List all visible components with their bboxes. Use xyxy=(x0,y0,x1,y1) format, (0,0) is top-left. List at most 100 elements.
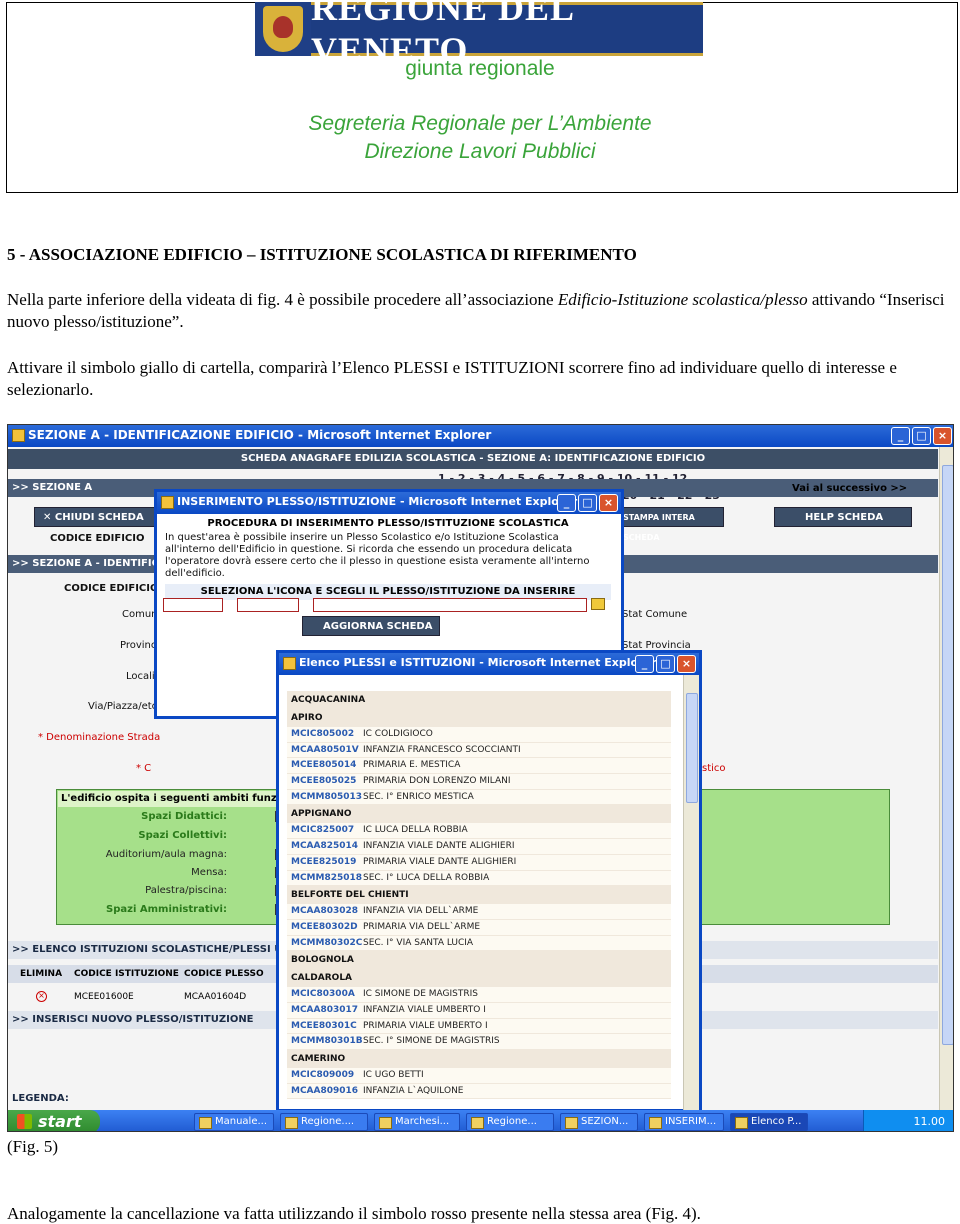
list-item[interactable]: MCEE80302D PRIMARIA VIA DELL`ARME xyxy=(287,919,671,936)
field-1[interactable] xyxy=(163,598,223,612)
via-label: Via/Piazza/etc xyxy=(88,701,158,712)
plesso-code[interactable]: MCEE80302D xyxy=(287,920,363,935)
taskbar-item[interactable]: Elenco P... xyxy=(730,1113,808,1131)
help-scheda-button[interactable]: HELP SCHEDA xyxy=(774,507,912,527)
list-scrollbar[interactable] xyxy=(683,675,699,1112)
figure-screenshot: SEZIONE A - IDENTIFICAZIONE EDIFICIO - M… xyxy=(7,424,954,1132)
taskbar-item[interactable]: Manuale... xyxy=(194,1113,274,1131)
maximize-button[interactable]: □ xyxy=(912,427,931,445)
ambiti-header: L'edificio ospita i seguenti ambiti funz… xyxy=(58,791,278,807)
plesso-code[interactable]: MCMM825018 xyxy=(287,871,363,886)
delete-icon[interactable]: × xyxy=(36,991,47,1002)
list-item[interactable]: MCAA80501V INFANZIA FRANCESCO SCOCCIANTI xyxy=(287,742,671,759)
list-item[interactable]: MCIC809009 IC UGO BETTI xyxy=(287,1068,671,1084)
yellow-folder-icon[interactable] xyxy=(591,598,605,610)
paragraph-1: Nella parte inferiore della videata di f… xyxy=(7,290,945,331)
list-item[interactable]: MCMM825018 SEC. I° LUCA DELLA ROBBIA xyxy=(287,870,671,887)
plesso-code[interactable]: MCAA803017 xyxy=(287,1003,363,1018)
plesso-code[interactable]: MCEE80301C xyxy=(287,1019,363,1034)
plesso-name: PRIMARIA E. MESTICA xyxy=(363,760,461,771)
system-tray-clock: 11.00 xyxy=(863,1110,953,1131)
start-button[interactable]: start xyxy=(8,1110,100,1131)
plesso-code[interactable]: MCAA825014 xyxy=(287,839,363,854)
plesso-name: PRIMARIA VIALE UMBERTO I xyxy=(363,1020,488,1031)
plesso-code[interactable]: MCIC825007 xyxy=(287,823,363,838)
list-item[interactable]: MCEE80301C PRIMARIA VIALE UMBERTO I xyxy=(287,1018,671,1035)
taskbar-item[interactable]: SEZION... xyxy=(560,1113,638,1131)
plesso-name: SEC. I° ENRICO MESTICA xyxy=(363,791,474,802)
list-group-header: CAMERINO xyxy=(287,1050,671,1068)
ambito-label: Auditorium/aula magna: xyxy=(105,849,227,860)
list-group-header: ACQUACANINA xyxy=(287,691,671,709)
list-group-header: CALDAROLA xyxy=(287,969,671,988)
plesso-code[interactable]: MCIC80300A xyxy=(287,987,363,1002)
taskbar-item[interactable]: Marchesi... xyxy=(374,1113,460,1131)
regione-veneto-logo: REGIONE DEL VENETO xyxy=(255,0,703,70)
list-item[interactable]: MCMM805013 SEC. I° ENRICO MESTICA xyxy=(287,789,671,806)
lion-of-st-mark-emblem xyxy=(255,2,311,56)
plesso-code[interactable]: MCIC809009 xyxy=(287,1068,363,1083)
list-item[interactable]: MCMM80302C SEC. I° VIA SANTA LUCIA xyxy=(287,935,671,952)
maximize-button[interactable]: □ xyxy=(656,655,675,673)
plesso-name: INFANZIA VIA DELL`ARME xyxy=(363,906,479,917)
ambito-label: Spazi Didattici: xyxy=(141,811,227,822)
print-scheda-button[interactable]: STAMPA INTERA SCHEDA xyxy=(614,507,724,542)
plesso-name: IC UGO BETTI xyxy=(363,1070,424,1080)
list-item[interactable]: MCEE825019 PRIMARIA VIALE DANTE ALIGHIERI xyxy=(287,854,671,871)
plesso-name: PRIMARIA DON LORENZO MILANI xyxy=(363,776,511,787)
list-item[interactable]: MCMM80301B SEC. I° SIMONE DE MAGISTRIS xyxy=(287,1034,671,1050)
close-scheda-button[interactable]: ✕ CHIUDI SCHEDA xyxy=(34,507,158,527)
maximize-button[interactable]: □ xyxy=(578,494,597,512)
field-2[interactable] xyxy=(237,598,299,612)
list-item[interactable]: MCAA803028 INFANZIA VIA DELL`ARME xyxy=(287,904,671,920)
legenda-label: LEGENDA: xyxy=(12,1093,69,1104)
list-group-header: BELFORTE DEL CHIENTI xyxy=(287,886,671,905)
plesso-name: IC COLDIGIOCO xyxy=(363,729,433,739)
plesso-code[interactable]: MCAA803028 xyxy=(287,904,363,919)
main-scrollbar[interactable] xyxy=(939,447,953,1110)
plesso-name: SEC. I° SIMONE DE MAGISTRIS xyxy=(363,1036,500,1047)
plesso-code[interactable]: MCMM80302C xyxy=(287,936,363,951)
list-item[interactable]: MCIC80300A IC SIMONE DE MAGISTRIS xyxy=(287,987,671,1003)
plesso-code[interactable]: MCMM805013 xyxy=(287,790,363,805)
field-3[interactable] xyxy=(313,598,587,612)
minimize-button[interactable]: _ xyxy=(557,494,576,512)
codice-edificio-label-2: CODICE EDIFICIO xyxy=(64,583,159,594)
closing-paragraph: Analogamente la cancellazione va fatta u… xyxy=(7,1204,701,1223)
ie-icon xyxy=(283,657,296,670)
taskbar-item[interactable]: Regione.... xyxy=(280,1113,368,1131)
list-item[interactable]: MCAA803017 INFANZIA VIALE UMBERTO I xyxy=(287,1002,671,1019)
list-item[interactable]: MCEE805014 PRIMARIA E. MESTICA xyxy=(287,758,671,775)
list-item[interactable]: MCAA825014 INFANZIA VIALE DANTE ALIGHIERI xyxy=(287,839,671,855)
next-link[interactable]: Vai al successivo >> xyxy=(792,483,907,494)
close-button[interactable]: × xyxy=(933,427,952,445)
plesso-code[interactable]: MCMM80301B xyxy=(287,1034,363,1049)
list-item[interactable]: MCIC805002 IC COLDIGIOCO xyxy=(287,727,671,743)
list-group-header: APIRO xyxy=(287,709,671,727)
procedura-heading: PROCEDURA DI INSERIMENTO PLESSO/ISTITUZI… xyxy=(207,518,569,529)
plesso-name: PRIMARIA VIALE DANTE ALIGHIERI xyxy=(363,856,517,867)
list-item[interactable]: MCIC825007 IC LUCA DELLA ROBBIA xyxy=(287,823,671,840)
plesso-code[interactable]: MCIC805002 xyxy=(287,727,363,742)
plesso-name: INFANZIA VIALE DANTE ALIGHIERI xyxy=(363,841,515,852)
taskbar-item[interactable]: Regione... xyxy=(466,1113,554,1131)
minimize-button[interactable]: _ xyxy=(891,427,910,445)
plesso-code[interactable]: MCEE805014 xyxy=(287,758,363,773)
taskbar-item[interactable]: INSERIM... xyxy=(644,1113,724,1131)
plesso-code[interactable]: MCAA809016 xyxy=(287,1084,363,1099)
close-button[interactable]: × xyxy=(599,494,618,512)
list-item[interactable]: MCEE805025 PRIMARIA DON LORENZO MILANI xyxy=(287,774,671,790)
aggiorna-scheda-button[interactable]: AGGIORNA SCHEDA xyxy=(302,616,440,636)
list-group-header: BOLOGNOLA xyxy=(287,951,671,970)
main-title-bar: SEZIONE A - IDENTIFICAZIONE EDIFICIO - M… xyxy=(8,425,953,447)
elenco-plessi-popup: Elenco PLESSI e ISTITUZIONI - Microsoft … xyxy=(276,650,702,1112)
minimize-button[interactable]: _ xyxy=(635,655,654,673)
close-button[interactable]: × xyxy=(677,655,696,673)
plesso-code[interactable]: MCEE805025 xyxy=(287,774,363,789)
plesso-code[interactable]: MCAA80501V xyxy=(287,743,363,758)
giunta-regionale: giunta regionale xyxy=(405,57,555,80)
direzione-line: Direzione Lavori Pubblici xyxy=(364,140,596,163)
plesso-code[interactable]: MCEE825019 xyxy=(287,855,363,870)
paragraph-2: Attivare il simbolo giallo di cartella, … xyxy=(7,358,897,399)
list-item[interactable]: MCAA809016 INFANZIA L`AQUILONE xyxy=(287,1083,671,1100)
